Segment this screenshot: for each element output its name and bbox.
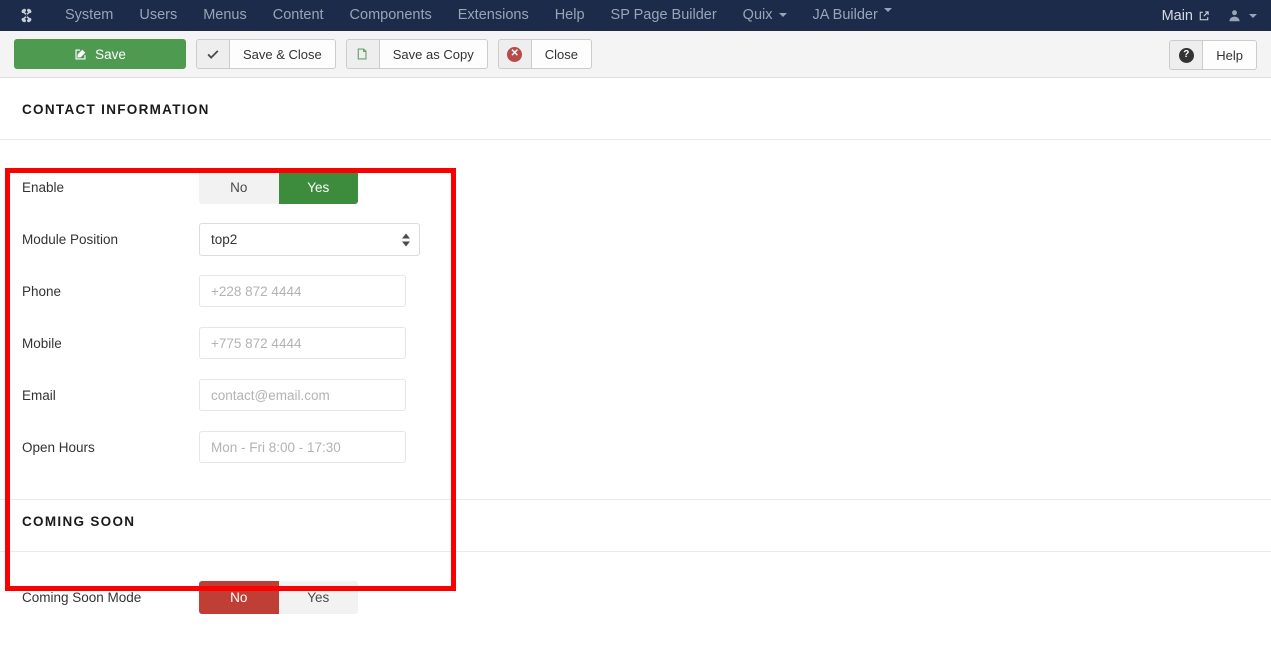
nav-item-extensions[interactable]: Extensions	[445, 0, 542, 31]
phone-input[interactable]	[199, 275, 406, 307]
enable-toggle-yes[interactable]: Yes	[278, 171, 358, 204]
form-row-phone: Phone	[0, 275, 1271, 307]
copy-icon[interactable]	[345, 39, 379, 69]
external-link-icon[interactable]	[1198, 10, 1210, 22]
close-circle-icon[interactable]: ✕	[497, 39, 531, 69]
module-position-label: Module Position	[22, 232, 119, 247]
save-close-button-group[interactable]: Save & Close	[196, 39, 336, 69]
mobile-label: Mobile	[22, 335, 62, 351]
caret-up-icon	[402, 233, 410, 238]
coming-soon-mode-toggle[interactable]: No Yes	[199, 581, 358, 614]
nav-item-system[interactable]: System	[52, 0, 126, 31]
module-position-select-wrapper: top2	[199, 223, 420, 256]
contact-information-title: CONTACT INFORMATION	[22, 102, 210, 117]
top-navigation-bar: System Users Menus Content Components Ex…	[0, 0, 1271, 31]
nav-label: Menus	[203, 7, 247, 23]
nav-item-components[interactable]: Components	[337, 0, 445, 31]
nav-label: Content	[272, 7, 324, 23]
email-label: Email	[22, 387, 56, 403]
enable-toggle[interactable]: No Yes	[199, 171, 358, 204]
form-row-enable: Enable No Yes	[0, 171, 1271, 204]
pencil-square-icon	[74, 48, 87, 61]
close-icon-glyph: ✕	[507, 46, 523, 62]
nav-right-cluster: Main	[1162, 8, 1257, 24]
nav-label: Quix	[742, 7, 773, 23]
select-spinner-icon[interactable]	[402, 233, 410, 246]
save-button[interactable]: Save	[14, 39, 186, 69]
enable-toggle-no[interactable]: No	[199, 171, 279, 204]
open-hours-input[interactable]	[199, 431, 406, 463]
site-name-label[interactable]: Main	[1162, 8, 1193, 24]
help-circle-icon[interactable]: ?	[1169, 40, 1203, 70]
chevron-down-icon	[883, 8, 892, 12]
form-row-coming-soon-mode: Coming Soon Mode No Yes	[0, 581, 1271, 614]
editor-toolbar: Save Save & Close Save as Copy ✕ Close ?…	[0, 31, 1271, 78]
save-button-group: Save	[14, 39, 186, 69]
question-mark-icon: ?	[1178, 47, 1194, 63]
module-position-select[interactable]: top2	[199, 223, 420, 256]
close-button-group[interactable]: ✕ Close	[497, 39, 592, 69]
main-content-area: CONTACT INFORMATION Enable No Yes Module…	[0, 78, 1271, 662]
save-button-label: Save	[95, 46, 126, 62]
form-row-mobile: Mobile	[0, 327, 1271, 359]
nav-item-menus[interactable]: Menus	[190, 0, 260, 31]
nav-label: SP Page Builder	[610, 7, 717, 23]
user-avatar-icon[interactable]	[1228, 9, 1241, 22]
open-hours-label: Open Hours	[22, 439, 95, 455]
caret-down-icon	[402, 241, 410, 246]
section-divider	[0, 139, 1271, 140]
close-button[interactable]: Close	[530, 39, 592, 69]
coming-soon-panel: COMING SOON Coming Soon Mode No Yes	[0, 500, 1271, 614]
nav-item-sp-page-builder[interactable]: SP Page Builder	[598, 0, 730, 31]
coming-soon-title: COMING SOON	[22, 514, 136, 529]
nav-item-quix[interactable]: Quix	[730, 0, 800, 31]
nav-item-users[interactable]: Users	[126, 0, 190, 31]
email-input[interactable]	[199, 379, 406, 411]
save-close-button[interactable]: Save & Close	[229, 39, 336, 69]
nav-label: Users	[139, 7, 178, 23]
section-divider	[0, 551, 1271, 552]
panel-bottom-spacer	[0, 463, 1271, 499]
chevron-down-icon	[778, 13, 787, 18]
nav-label: Components	[349, 7, 432, 23]
form-row-open-hours: Open Hours	[0, 431, 1271, 463]
nav-label: JA Builder	[812, 7, 878, 23]
help-button-group[interactable]: ? Help	[1169, 40, 1257, 70]
nav-item-help[interactable]: Help	[542, 0, 598, 31]
mobile-input[interactable]	[199, 327, 406, 359]
save-copy-button[interactable]: Save as Copy	[378, 39, 488, 69]
nav-label: Extensions	[457, 7, 529, 23]
form-row-email: Email	[0, 379, 1271, 411]
contact-information-panel: CONTACT INFORMATION Enable No Yes Module…	[0, 78, 1271, 500]
phone-label: Phone	[22, 283, 62, 299]
nav-item-content[interactable]: Content	[260, 0, 337, 31]
help-button[interactable]: Help	[1202, 40, 1257, 70]
nav-item-ja-builder[interactable]: JA Builder	[800, 0, 905, 31]
joomla-logo-icon[interactable]	[0, 7, 52, 24]
coming-soon-toggle-yes[interactable]: Yes	[278, 581, 358, 614]
coming-soon-mode-label: Coming Soon Mode	[22, 590, 142, 605]
enable-label: Enable	[22, 180, 65, 195]
form-row-module-position: Module Position top2	[0, 223, 1271, 256]
nav-label: Help	[554, 7, 585, 23]
save-copy-button-group[interactable]: Save as Copy	[345, 39, 488, 69]
coming-soon-toggle-no[interactable]: No	[199, 581, 279, 614]
check-icon[interactable]	[196, 39, 229, 69]
nav-label: System	[65, 7, 114, 23]
chevron-down-icon[interactable]	[1249, 13, 1257, 18]
